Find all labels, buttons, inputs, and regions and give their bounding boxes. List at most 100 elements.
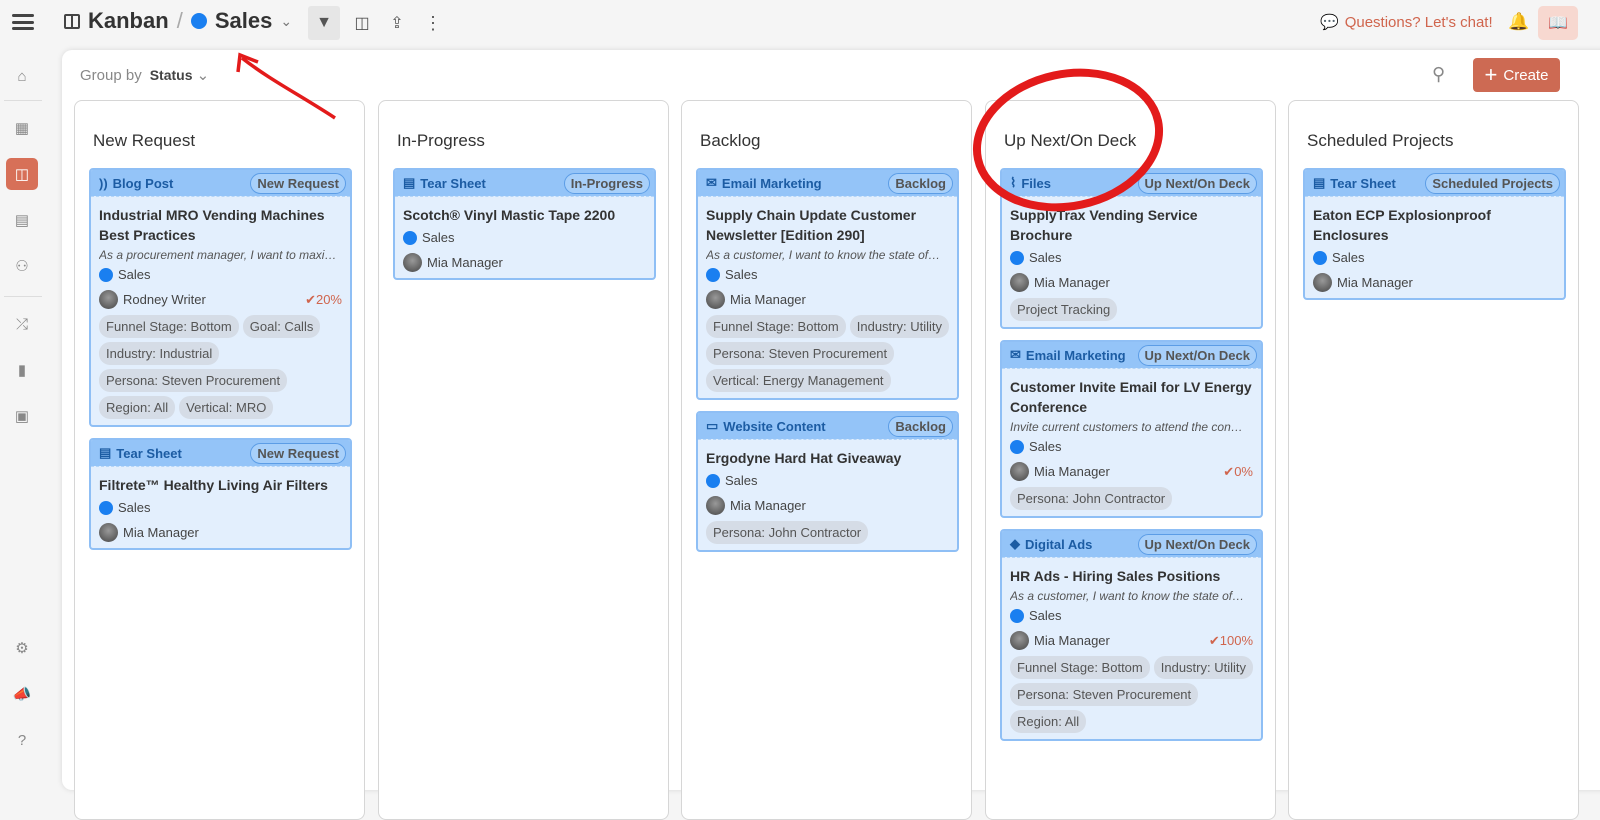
share-icon: ⇪ <box>390 15 404 32</box>
card-type: Website Content <box>723 418 826 434</box>
book-icon: 📖 <box>1548 15 1568 32</box>
notifications-icon[interactable]: 🔔 <box>1508 12 1529 32</box>
kanban-icon[interactable]: ◫ <box>6 158 38 190</box>
plus-icon: + <box>1484 62 1498 87</box>
shuffle-icon[interactable]: ⤮ <box>6 308 38 340</box>
create-button[interactable]: + Create <box>1473 58 1560 92</box>
card-title: Customer Invite Email for LV Energy Conf… <box>1010 379 1252 415</box>
kanban-board: Group by Status ⌄ ⚲ + Create New Request )… <box>62 50 1600 820</box>
status-badge: Up Next/On Deck <box>1137 344 1257 366</box>
analytics-icon[interactable]: ▮ <box>6 354 38 386</box>
label-chip: Industry: Industrial <box>99 342 220 365</box>
filter-icon: ▼ <box>316 14 332 31</box>
label-chip: Funnel Stage: Bottom <box>706 315 846 338</box>
label-chip: Persona: John Contractor <box>1010 487 1173 510</box>
label-chip: Region: All <box>1010 710 1087 733</box>
label-chip: Project Tracking <box>1010 298 1118 321</box>
tag-color-dot <box>1010 439 1024 454</box>
chevron-down-icon: ⌄ <box>192 67 210 84</box>
status-badge: Scheduled Projects <box>1425 172 1560 194</box>
card-description: As a procurement manager, I want to maxi… <box>99 248 342 262</box>
status-badge: In-Progress <box>563 172 650 194</box>
menu-icon[interactable] <box>12 12 34 32</box>
kanban-card[interactable]: ▤ Tear Sheet In-Progress Scotch® Vinyl Mas… <box>393 168 656 280</box>
kanban-card[interactable]: ✉ Email Marketing Backlog Supply Chain Upd… <box>696 168 959 400</box>
check-icon: ✔ <box>305 291 316 307</box>
chat-link[interactable]: 💬 Questions? Let's chat! <box>1320 13 1493 32</box>
avatar <box>706 496 725 515</box>
column-title: Up Next/On Deck <box>1004 131 1137 150</box>
board-settings-button[interactable]: ◫ <box>346 6 378 40</box>
home-icon[interactable]: ⌂ <box>6 60 38 92</box>
progress-value: 100% <box>1219 632 1253 648</box>
card-type: Tear Sheet <box>116 445 182 461</box>
breadcrumb: Kanban / Sales ⌄ <box>64 8 292 34</box>
tag-color-dot <box>706 473 720 488</box>
group-by-control[interactable]: Group by Status ⌄ <box>80 66 209 84</box>
kanban-card[interactable]: )) Blog Post New Request Industrial MRO Ve… <box>89 168 352 427</box>
label-chip: Funnel Stage: Bottom <box>99 315 239 338</box>
help-book-button[interactable]: 📖 <box>1538 6 1578 40</box>
top-bar: Kanban / Sales ⌄ ▼ ◫ ⇪ ⋮ 💬 Questions? Let… <box>0 0 1600 48</box>
card-title: SupplyTrax Vending Service Brochure <box>1010 207 1198 243</box>
board-name[interactable]: Sales <box>215 8 273 34</box>
kanban-icon <box>64 13 80 29</box>
tag-color-dot <box>403 230 417 245</box>
avatar <box>1010 462 1029 481</box>
kanban-card[interactable]: ✉ Email Marketing Up Next/On Deck Customer… <box>1000 340 1263 518</box>
label-chip: Persona: Steven Procurement <box>1010 683 1199 706</box>
column-title: Backlog <box>700 131 761 150</box>
card-type: Email Marketing <box>1025 347 1126 363</box>
kanban-card[interactable]: ▤ Tear Sheet New Request Filtrete™ Healthy… <box>89 438 352 550</box>
kanban-card[interactable]: ◆ Digital Ads Up Next/On Deck HR Ads - Hir… <box>1000 529 1263 741</box>
status-badge: New Request <box>250 172 346 194</box>
label-chip: Region: All <box>99 396 176 419</box>
kanban-card[interactable]: ⌇ Files Up Next/On Deck SupplyTrax Vending… <box>1000 168 1263 329</box>
document-icon: ▤ <box>403 175 416 190</box>
kanban-card[interactable]: ▭ Website Content Backlog Ergodyne Hard Ha… <box>696 411 959 552</box>
card-description: As a customer, I want to know the state … <box>1010 589 1245 603</box>
card-tag: Sales <box>1029 439 1062 454</box>
avatar <box>1313 273 1332 292</box>
card-tag: Sales <box>118 267 151 282</box>
check-icon: ✔ <box>1208 632 1220 648</box>
column-title: New Request <box>93 131 196 150</box>
users-icon[interactable]: ⚇ <box>6 250 38 282</box>
column-up-next-on-deck: Up Next/On Deck ⌇ Files Up Next/On Deck Su… <box>985 100 1276 820</box>
create-label: Create <box>1503 66 1549 84</box>
status-badge: Backlog <box>888 172 953 194</box>
status-badge: New Request <box>250 442 346 464</box>
kanban-card[interactable]: ▤ Tear Sheet Scheduled Projects Eaton ECP … <box>1303 168 1566 300</box>
tag-color-dot <box>1010 608 1024 623</box>
calendar-icon[interactable]: ▦ <box>6 112 38 144</box>
card-type: Email Marketing <box>721 175 822 191</box>
help-icon[interactable]: ? <box>6 724 38 756</box>
label-chip: Persona: John Contractor <box>706 521 869 544</box>
progress: ✔0% <box>1223 464 1253 480</box>
briefcase-icon[interactable]: ▣ <box>6 400 38 432</box>
layout-icon[interactable]: ▤ <box>6 204 38 236</box>
assignee: Mia Manager <box>1034 275 1110 290</box>
tag-color-dot <box>99 500 113 515</box>
view-name[interactable]: Kanban <box>88 8 169 34</box>
assignee: Mia Manager <box>1034 633 1110 648</box>
card-title: Supply Chain Update Customer Newsletter … <box>706 207 917 243</box>
share-button[interactable]: ⇪ <box>381 6 413 40</box>
gear-icon[interactable]: ⚙ <box>6 632 38 664</box>
card-tag: Sales <box>118 500 151 515</box>
status-badge: Up Next/On Deck <box>1137 533 1257 555</box>
megaphone-icon[interactable]: 📣 <box>6 678 38 710</box>
assignee: Mia Manager <box>123 525 199 540</box>
group-by-value[interactable]: Status <box>150 67 193 83</box>
search-icon[interactable]: ⚲ <box>1432 64 1445 85</box>
more-button[interactable]: ⋮ <box>417 6 449 40</box>
card-title: Filtrete™ Healthy Living Air Filters <box>99 477 328 493</box>
assignee: Mia Manager <box>730 292 806 307</box>
board-settings-icon: ◫ <box>354 15 370 32</box>
label-chip: Persona: Steven Procurement <box>706 342 895 365</box>
chevron-down-icon[interactable]: ⌄ <box>280 13 292 30</box>
tag-color-dot <box>706 267 720 282</box>
status-badge: Backlog <box>888 415 953 437</box>
filter-button[interactable]: ▼ <box>308 6 340 40</box>
progress-value: 20% <box>315 291 342 307</box>
